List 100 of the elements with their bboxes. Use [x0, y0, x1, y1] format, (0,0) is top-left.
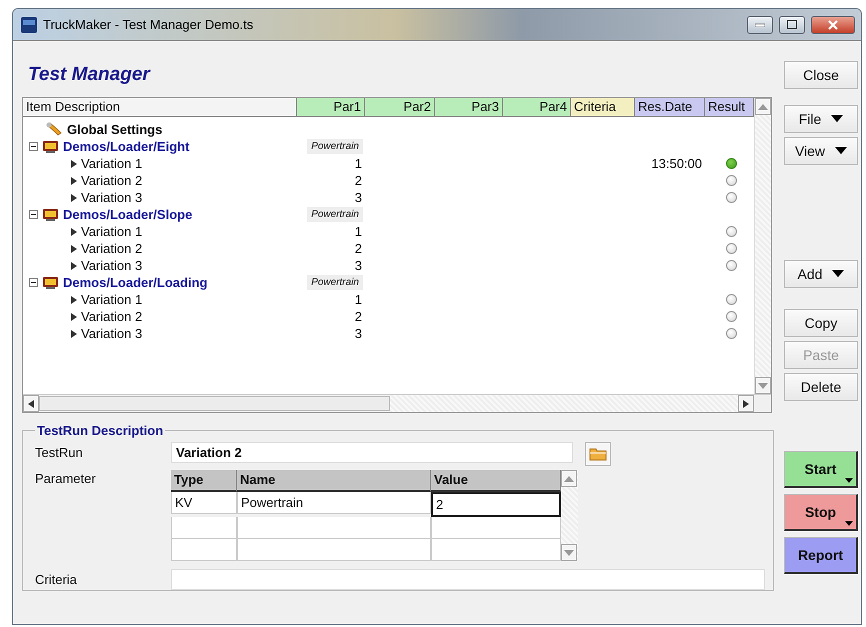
arrow-icon — [71, 296, 77, 304]
testrun-field[interactable]: Variation 2 — [171, 442, 573, 463]
scroll-up-icon — [564, 476, 574, 482]
collapse-icon[interactable] — [29, 210, 38, 219]
table-cell[interactable]: KV — [171, 492, 237, 514]
tree-item[interactable]: Variation 3 — [81, 190, 142, 205]
table-cell[interactable] — [171, 539, 237, 561]
table-cell-text: 1 — [354, 156, 363, 171]
table-cell-text: 3 — [354, 190, 363, 205]
tree-item[interactable]: Global Settings — [67, 122, 162, 137]
arrow-icon — [71, 176, 77, 184]
table-cell-text: 2 — [354, 241, 363, 256]
tree-item[interactable]: Demos/Loader/Eight — [63, 139, 190, 154]
minimize-button[interactable] — [747, 16, 773, 34]
window-title: TruckMaker - Test Manager Demo.ts — [43, 17, 254, 32]
close-icon — [828, 20, 838, 30]
arrow-icon — [71, 330, 77, 338]
table-cell-text: 2 — [354, 309, 363, 324]
column-header[interactable]: Value — [431, 470, 561, 492]
browse-button[interactable] — [585, 442, 611, 466]
table-cell-text: 2 — [354, 173, 363, 188]
collapse-icon[interactable] — [29, 142, 38, 151]
collapse-icon[interactable] — [29, 278, 38, 287]
toolbar-button[interactable]: File — [784, 105, 858, 133]
arrow-icon — [71, 262, 77, 270]
vertical-scrollbar[interactable] — [561, 470, 578, 561]
tree-item[interactable]: Variation 3 — [81, 326, 142, 341]
table-cell-text: 3 — [354, 326, 363, 341]
toolbar-button[interactable]: Close — [784, 61, 858, 89]
column-header[interactable]: Par2 — [365, 98, 435, 116]
wrench-icon — [45, 122, 63, 137]
tree-item[interactable]: Variation 2 — [81, 173, 142, 188]
monitor-icon — [42, 208, 59, 222]
scroll-left-icon — [28, 400, 34, 408]
scroll-up-icon — [758, 104, 768, 110]
page-heading: Test Manager — [28, 63, 152, 87]
table-cell[interactable] — [431, 539, 561, 561]
table-cell-text: 1 — [354, 292, 363, 307]
close-button[interactable] — [811, 16, 855, 34]
vertical-scrollbar[interactable] — [754, 98, 771, 394]
toolbar-button[interactable]: Report — [784, 537, 858, 574]
toolbar-button[interactable]: Delete — [784, 373, 858, 401]
caret-icon — [831, 115, 844, 123]
table-cell[interactable] — [431, 517, 561, 539]
table-cell[interactable] — [171, 517, 237, 539]
monitor-icon — [42, 276, 59, 290]
column-header[interactable]: Item Description — [23, 98, 297, 116]
tree-item[interactable]: Variation 2 — [81, 309, 142, 324]
maximize-icon — [787, 20, 797, 29]
parameter-tag: Powertrain — [307, 139, 363, 154]
scroll-down-icon — [758, 382, 768, 388]
group-title: TestRun Description — [36, 423, 164, 438]
toolbar-button[interactable]: View — [784, 137, 858, 165]
toolbar-button[interactable]: Stop — [784, 494, 858, 531]
scroll-right-icon — [743, 400, 749, 408]
toolbar-button[interactable]: Add — [784, 260, 858, 288]
scroll-down-icon — [564, 550, 574, 556]
column-header[interactable]: Par1 — [297, 98, 365, 116]
parameter-tag: Powertrain — [307, 275, 363, 290]
caret-icon — [832, 270, 844, 278]
arrow-icon — [71, 312, 77, 320]
tree-item[interactable]: Demos/Loader/Loading — [63, 275, 208, 290]
value-input[interactable]: 2 — [431, 492, 561, 517]
arrow-icon — [71, 194, 77, 202]
column-header[interactable]: Par4 — [503, 98, 571, 116]
result-date: 13:50:00 — [651, 156, 703, 171]
minimize-icon — [755, 22, 765, 26]
tree-item[interactable]: Demos/Loader/Slope — [63, 207, 192, 222]
tree-item[interactable]: Variation 3 — [81, 258, 142, 273]
toolbar-button[interactable]: Start — [784, 451, 858, 488]
toolbar-button[interactable]: Copy — [784, 309, 858, 337]
parameter-tag: Powertrain — [307, 207, 363, 222]
column-header[interactable]: Par3 — [435, 98, 503, 116]
tree-item[interactable]: Variation 2 — [81, 241, 142, 256]
field-label: TestRun — [35, 444, 84, 460]
table-cell[interactable] — [237, 517, 431, 539]
arrow-icon — [71, 228, 77, 236]
table-cell[interactable]: Powertrain — [237, 492, 431, 514]
column-header[interactable]: Type — [171, 470, 237, 492]
table-cell[interactable] — [237, 539, 431, 561]
column-header[interactable]: Res.Date — [635, 98, 705, 116]
caret-icon — [845, 521, 853, 526]
horizontal-scrollbar[interactable] — [23, 394, 771, 412]
tree-item[interactable]: Variation 1 — [81, 224, 142, 239]
column-header[interactable]: Name — [237, 470, 431, 492]
tree-item[interactable]: Variation 1 — [81, 292, 142, 307]
column-header[interactable]: Result — [705, 98, 754, 116]
monitor-icon — [42, 140, 59, 154]
field-label: Criteria — [35, 571, 78, 587]
caret-icon — [845, 478, 853, 483]
folder-icon — [589, 447, 607, 461]
column-header[interactable]: Criteria — [571, 98, 635, 116]
maximize-button[interactable] — [779, 16, 805, 34]
arrow-icon — [71, 244, 77, 252]
tree-item[interactable]: Variation 1 — [81, 156, 142, 171]
table-cell-text: 3 — [354, 258, 363, 273]
criteria-field[interactable] — [171, 569, 765, 590]
field-label: Parameter — [35, 470, 97, 486]
table-cell-text: 1 — [354, 224, 363, 239]
app-icon — [21, 16, 37, 32]
